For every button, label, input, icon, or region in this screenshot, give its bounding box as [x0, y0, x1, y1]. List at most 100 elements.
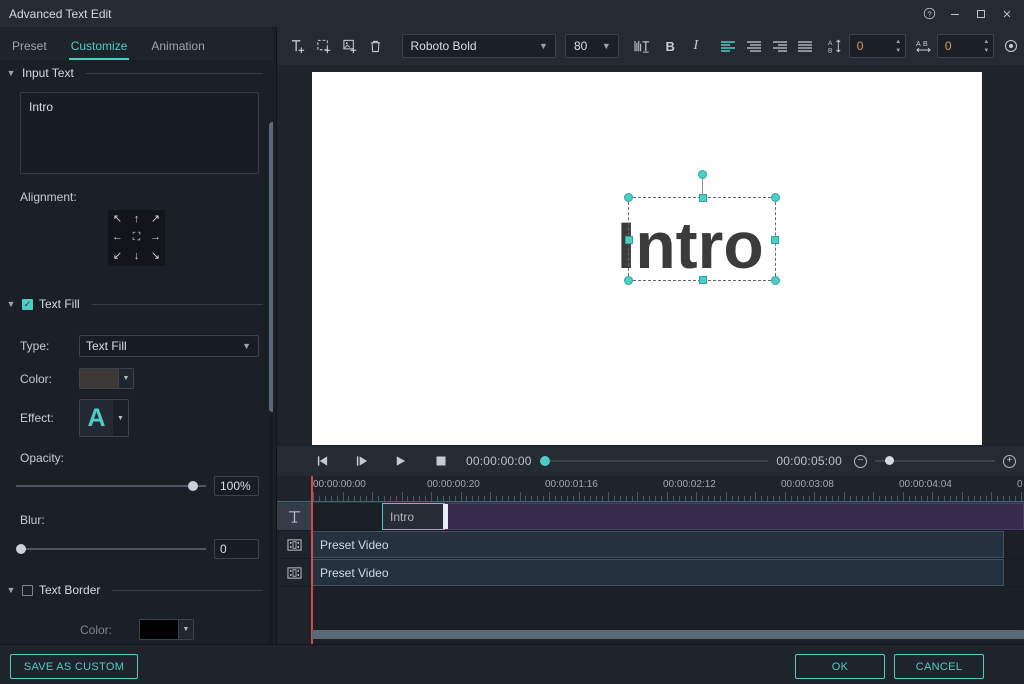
- bold-button[interactable]: B: [657, 32, 683, 60]
- align-middle-right-icon[interactable]: →: [146, 229, 165, 248]
- border-color-swatch[interactable]: [140, 620, 178, 639]
- text-clip-body[interactable]: [444, 503, 1024, 530]
- track-header-video-1[interactable]: [277, 531, 312, 559]
- timeline-ruler[interactable]: 00:00:00:0000:00:00:2000:00:01:1600:00:0…: [277, 476, 1024, 503]
- font-family-select[interactable]: Roboto Bold ▼: [402, 34, 556, 58]
- blur-slider[interactable]: [16, 541, 206, 557]
- fill-color-picker[interactable]: ▼: [79, 368, 134, 389]
- preview-canvas[interactable]: Intro: [312, 72, 982, 445]
- opacity-slider-knob[interactable]: [188, 481, 198, 491]
- handle-top-center[interactable]: [699, 194, 707, 202]
- align-bottom-center-icon[interactable]: ↓: [127, 247, 146, 266]
- ruler-tick: [431, 492, 432, 501]
- align-top-center-icon[interactable]: ↑: [127, 210, 146, 229]
- type-select[interactable]: Text Fill ▼: [79, 335, 259, 357]
- minimize-button[interactable]: [942, 0, 968, 27]
- spinner-arrows[interactable]: ▲▼: [983, 35, 989, 57]
- track-header-video-2[interactable]: [277, 559, 312, 587]
- text-style-icon[interactable]: [630, 32, 656, 60]
- border-color-picker[interactable]: ▼: [139, 619, 194, 640]
- alignment-grid[interactable]: ↖ ↑ ↗ ← ⛶ → ↙ ↓ ↘: [108, 210, 165, 266]
- zoom-in-button[interactable]: +: [1003, 455, 1016, 468]
- align-top-left-icon[interactable]: ↖: [108, 210, 127, 229]
- close-button[interactable]: [994, 0, 1020, 27]
- line-spacing-input[interactable]: 0 ▲▼: [849, 34, 907, 58]
- play-button[interactable]: [387, 448, 414, 475]
- track-header-text[interactable]: [277, 503, 312, 531]
- track-row[interactable]: Preset Video: [312, 559, 1024, 587]
- video-clip[interactable]: Preset Video: [312, 559, 1004, 586]
- ruler-tick: [744, 496, 745, 501]
- align-right-icon[interactable]: [767, 32, 793, 60]
- delete-icon[interactable]: [363, 32, 389, 60]
- chevron-down-icon[interactable]: ▼: [178, 620, 193, 639]
- text-border-checkbox[interactable]: [22, 585, 33, 596]
- font-size-select[interactable]: 80 ▼: [565, 34, 619, 58]
- section-text-border[interactable]: ▼ Text Border: [0, 577, 273, 601]
- tab-bar: Preset Customize Animation: [0, 27, 273, 60]
- panel-scrollbar-thumb[interactable]: [269, 122, 273, 412]
- track-row[interactable]: Intro: [312, 503, 1024, 531]
- fill-effect-picker[interactable]: A ▼: [79, 399, 129, 437]
- align-bottom-right-icon[interactable]: ↘: [146, 247, 165, 266]
- track-row[interactable]: Preset Video: [312, 531, 1024, 559]
- zoom-slider-knob[interactable]: [885, 456, 894, 465]
- effect-preview-glyph[interactable]: A: [80, 400, 113, 436]
- handle-bottom-right[interactable]: [771, 276, 780, 285]
- help-button[interactable]: ?: [916, 0, 942, 27]
- selection-box[interactable]: [628, 197, 776, 281]
- handle-top-right[interactable]: [771, 193, 780, 202]
- section-input-text[interactable]: ▼ Input Text: [0, 60, 273, 84]
- playback-progress-track[interactable]: [540, 460, 769, 462]
- ruler-tick: [537, 496, 538, 501]
- playback-progress-knob[interactable]: [540, 456, 550, 466]
- text-fill-checkbox[interactable]: ✓: [22, 299, 33, 310]
- spinner-arrows[interactable]: ▲▼: [895, 35, 901, 57]
- blur-slider-knob[interactable]: [16, 544, 26, 554]
- zoom-slider-track[interactable]: [875, 460, 995, 462]
- timeline-scrollbar-thumb[interactable]: [312, 630, 1024, 639]
- opacity-slider[interactable]: [16, 478, 206, 494]
- tab-animation[interactable]: Animation: [139, 39, 216, 60]
- rotate-handle[interactable]: [698, 170, 707, 179]
- align-top-right-icon[interactable]: ↗: [146, 210, 165, 229]
- playhead[interactable]: [311, 476, 313, 644]
- tab-preset[interactable]: Preset: [0, 39, 59, 60]
- handle-middle-left[interactable]: [625, 236, 633, 244]
- handle-bottom-left[interactable]: [624, 276, 633, 285]
- next-frame-button[interactable]: [348, 448, 375, 475]
- video-clip[interactable]: Preset Video: [312, 531, 1004, 558]
- opacity-value[interactable]: 100%: [214, 476, 259, 496]
- ok-button[interactable]: OK: [795, 654, 885, 679]
- add-image-icon[interactable]: [337, 32, 363, 60]
- italic-button[interactable]: I: [683, 32, 709, 60]
- letter-spacing-input[interactable]: 0 ▲▼: [937, 34, 995, 58]
- align-justify-icon[interactable]: [793, 32, 819, 60]
- blur-value[interactable]: 0: [214, 539, 259, 559]
- chevron-down-icon[interactable]: ▼: [118, 369, 133, 388]
- chevron-down-icon[interactable]: ▼: [113, 400, 128, 436]
- save-as-custom-button[interactable]: SAVE AS CUSTOM: [10, 654, 138, 679]
- zoom-out-button[interactable]: −: [854, 455, 867, 468]
- fill-color-swatch[interactable]: [80, 369, 118, 388]
- maximize-button[interactable]: [968, 0, 994, 27]
- clip-trim-handle[interactable]: [443, 504, 448, 529]
- align-left-icon[interactable]: [716, 32, 742, 60]
- align-middle-left-icon[interactable]: ←: [108, 229, 127, 248]
- prev-frame-button[interactable]: [309, 448, 336, 475]
- align-center-icon[interactable]: [741, 32, 767, 60]
- handle-middle-right[interactable]: [771, 236, 779, 244]
- align-middle-center-icon[interactable]: ⛶: [127, 229, 146, 248]
- add-shape-icon[interactable]: [312, 32, 338, 60]
- add-text-icon[interactable]: [286, 32, 312, 60]
- input-text-textarea[interactable]: Intro: [20, 92, 259, 174]
- cancel-button[interactable]: CANCEL: [894, 654, 984, 679]
- section-text-fill[interactable]: ▼ ✓ Text Fill: [0, 291, 273, 315]
- handle-top-left[interactable]: [624, 193, 633, 202]
- more-options-icon[interactable]: [998, 32, 1024, 60]
- align-bottom-left-icon[interactable]: ↙: [108, 247, 127, 266]
- handle-bottom-center[interactable]: [699, 276, 707, 284]
- tab-customize[interactable]: Customize: [59, 39, 140, 60]
- stop-button[interactable]: [427, 448, 454, 475]
- text-clip[interactable]: Intro: [382, 503, 445, 530]
